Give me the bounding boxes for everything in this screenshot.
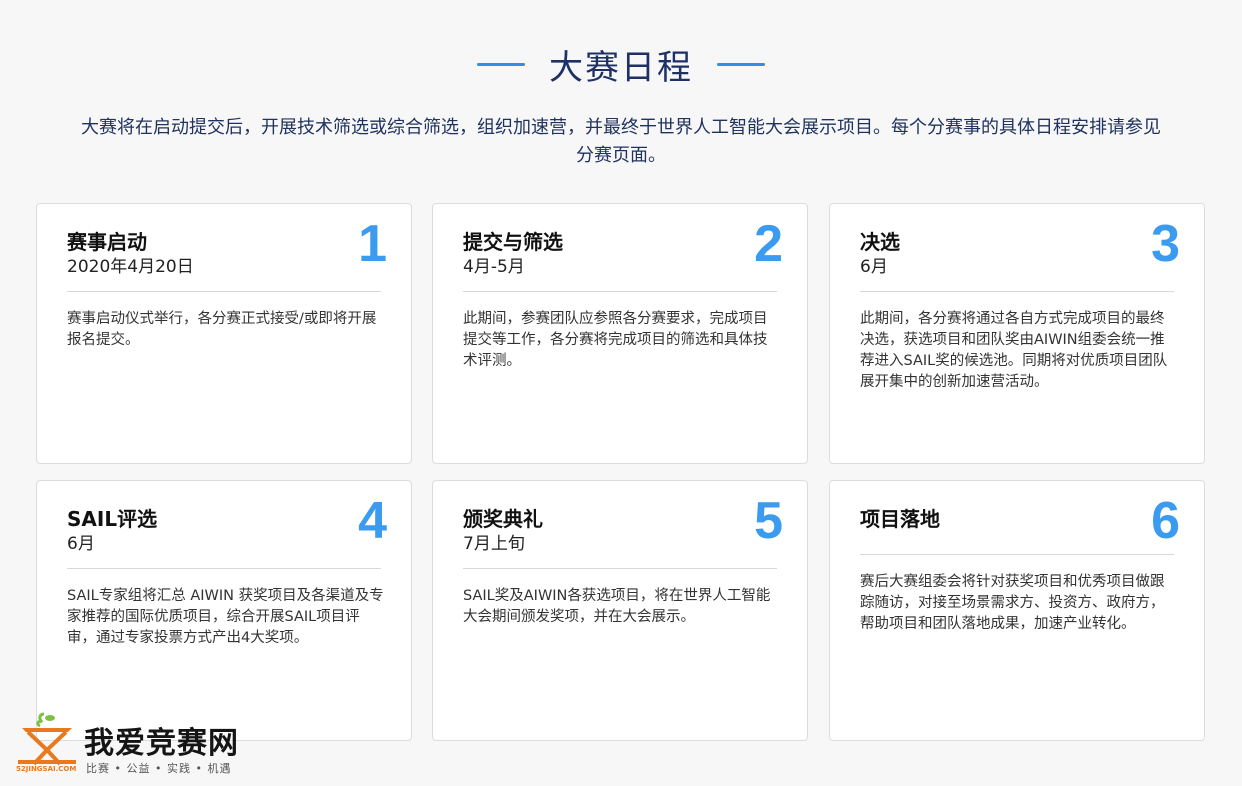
card-divider xyxy=(463,568,777,569)
card-divider xyxy=(860,291,1174,292)
title-right-line xyxy=(717,63,765,66)
card-title: SAIL评选 xyxy=(67,507,158,531)
schedule-card-1: 赛事启动 2020年4月20日 1 赛事启动仪式举行，各分赛正式接受/或即将开展… xyxy=(36,203,412,464)
card-title: 赛事启动 xyxy=(67,230,147,254)
card-date: 2020年4月20日 xyxy=(67,257,194,277)
logo-name: 我爱竞赛网 xyxy=(84,726,239,761)
card-description: SAIL奖及AIWIN各获选项目，将在世界人工智能大会期间颁发奖项，并在大会展示… xyxy=(463,588,771,625)
schedule-card-6: 项目落地 6 赛后大赛组委会将针对获奖项目和优秀项目做跟踪随访，对接至场景需求方… xyxy=(829,480,1205,741)
card-divider xyxy=(67,568,381,569)
logo-url: 52JINGSAI.COM xyxy=(16,765,77,773)
card-description: SAIL专家组将汇总 AIWIN 获奖项目及各渠道及专家推荐的国际优质项目，综合… xyxy=(67,588,384,646)
card-date: 4月-5月 xyxy=(463,257,525,277)
card-title: 决选 xyxy=(860,230,900,254)
card-number: 6 xyxy=(1151,492,1180,550)
card-title: 提交与筛选 xyxy=(463,230,563,254)
card-number: 5 xyxy=(754,492,783,550)
card-number: 4 xyxy=(358,492,387,550)
card-number: 3 xyxy=(1151,215,1180,273)
watermark-logo: 52JINGSAI.COM 我爱竞赛网 比赛 • 公益 • 实践 • 机遇 xyxy=(14,712,264,782)
schedule-card-5: 颁奖典礼 7月上旬 5 SAIL奖及AIWIN各获选项目，将在世界人工智能大会期… xyxy=(432,480,808,741)
card-date: 6月 xyxy=(860,257,888,277)
intro-text: 大赛将在启动提交后，开展技术筛选或综合筛选，组织加速营，并最终于世界人工智能大会… xyxy=(81,117,1161,166)
card-description: 此期间，参赛团队应参照各分赛要求，完成项目提交等工作，各分赛将完成项目的筛选和具… xyxy=(463,311,768,369)
schedule-card-2: 提交与筛选 4月-5月 2 此期间，参赛团队应参照各分赛要求，完成项目提交等工作… xyxy=(432,203,808,464)
title-left-line xyxy=(477,63,525,66)
page-title: 大赛日程 xyxy=(549,48,693,88)
card-title: 项目落地 xyxy=(860,507,940,531)
section-header: 大赛日程 xyxy=(0,40,1242,89)
card-description: 此期间，各分赛将通过各自方式完成项目的最终决选，获选项目和团队奖由AIWIN组委… xyxy=(860,311,1168,390)
card-date: 7月上旬 xyxy=(463,534,525,554)
card-date: 6月 xyxy=(67,534,95,554)
schedule-card-4: SAIL评选 6月 4 SAIL专家组将汇总 AIWIN 获奖项目及各渠道及专家… xyxy=(36,480,412,741)
card-description: 赛后大赛组委会将针对获奖项目和优秀项目做跟踪随访，对接至场景需求方、投资方、政府… xyxy=(860,574,1165,632)
card-number: 1 xyxy=(358,215,387,273)
card-title: 颁奖典礼 xyxy=(463,507,543,531)
schedule-card-3: 决选 6月 3 此期间，各分赛将通过各自方式完成项目的最终决选，获选项目和团队奖… xyxy=(829,203,1205,464)
card-divider xyxy=(463,291,777,292)
card-divider xyxy=(67,291,381,292)
logo-tagline: 比赛 • 公益 • 实践 • 机遇 xyxy=(86,762,232,775)
trophy-logo-icon xyxy=(18,712,76,766)
card-number: 2 xyxy=(754,215,783,273)
card-description: 赛事启动仪式举行，各分赛正式接受/或即将开展报名提交。 xyxy=(67,311,377,348)
card-divider xyxy=(860,554,1174,555)
